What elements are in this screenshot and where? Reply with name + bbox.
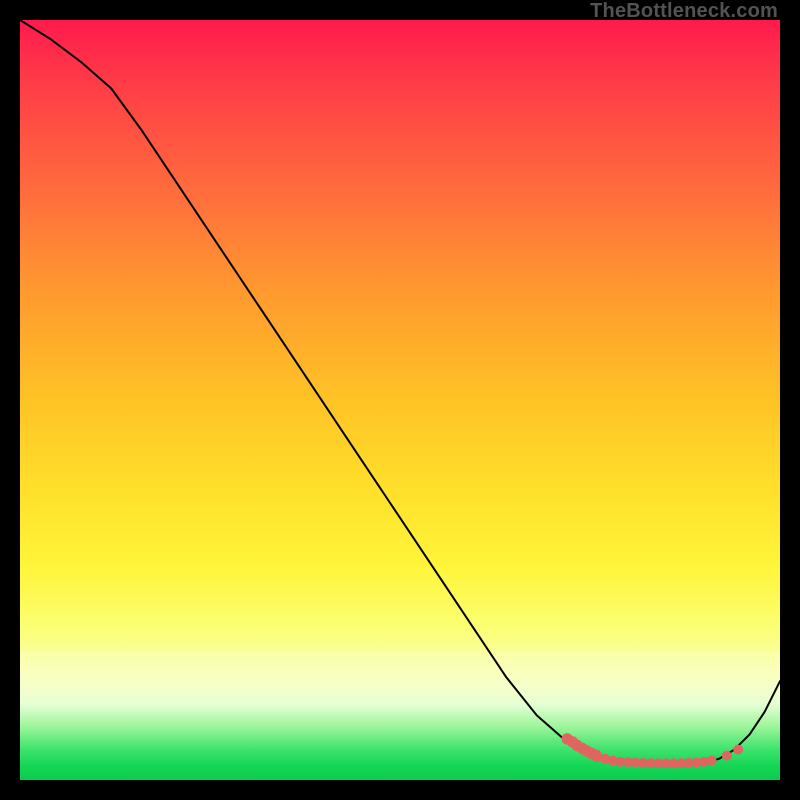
marker-dot — [733, 745, 743, 755]
chart-container: TheBottleneck.com — [0, 0, 800, 800]
marker-dot — [707, 756, 717, 766]
chart-svg — [20, 20, 780, 780]
marker-dot — [722, 751, 732, 761]
plot-area — [20, 20, 780, 780]
marker-dots — [562, 733, 744, 768]
highlight-band — [20, 651, 780, 697]
